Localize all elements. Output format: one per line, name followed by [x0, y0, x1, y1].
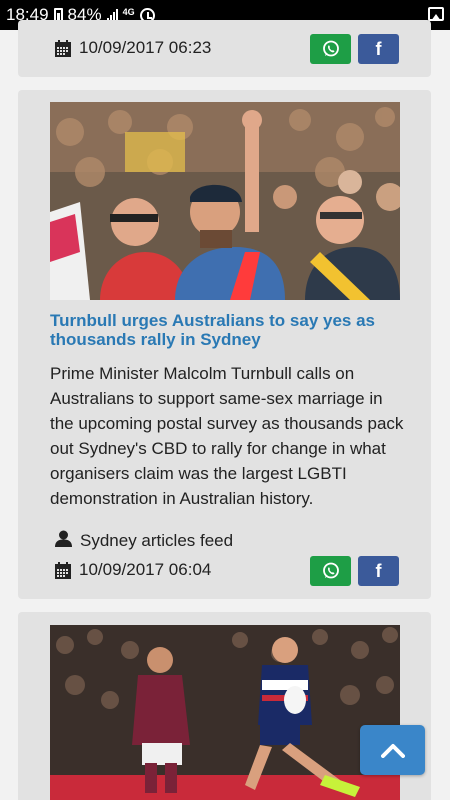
- article-headline[interactable]: Turnbull urges Australians to say yes as…: [50, 311, 400, 349]
- facebook-share-button[interactable]: f: [358, 556, 399, 586]
- scroll-to-top-button[interactable]: [360, 725, 425, 775]
- article-source-row: Sydney articles feed: [55, 530, 233, 552]
- chevron-up-icon: [380, 744, 405, 758]
- article-image[interactable]: [50, 625, 400, 800]
- whatsapp-icon: [322, 40, 339, 57]
- article-date: 10/09/2017 06:23: [79, 38, 212, 57]
- network-type: 4G: [122, 6, 135, 17]
- gallery-icon: [428, 7, 444, 21]
- article-date: 10/09/2017 06:04: [79, 560, 212, 579]
- calendar-icon: [55, 562, 71, 579]
- facebook-share-button[interactable]: f: [358, 34, 399, 64]
- share-buttons: f: [310, 34, 399, 64]
- user-icon: [55, 530, 72, 552]
- article-source: Sydney articles feed: [80, 531, 234, 550]
- article-summary: Prime Minister Malcolm Turnbull calls on…: [50, 364, 404, 508]
- article-date-row: 10/09/2017 06:23: [55, 38, 211, 58]
- calendar-icon: [55, 40, 71, 57]
- whatsapp-share-button[interactable]: [310, 34, 351, 64]
- share-buttons: f: [310, 556, 399, 586]
- article-image[interactable]: [50, 102, 400, 300]
- article-card[interactable]: 10/09/2017 06:23 f: [18, 20, 431, 77]
- whatsapp-icon: [322, 562, 339, 579]
- article-date-row: 10/09/2017 06:04: [55, 560, 211, 580]
- whatsapp-share-button[interactable]: [310, 556, 351, 586]
- article-card[interactable]: Turnbull urges Australians to say yes as…: [18, 90, 431, 599]
